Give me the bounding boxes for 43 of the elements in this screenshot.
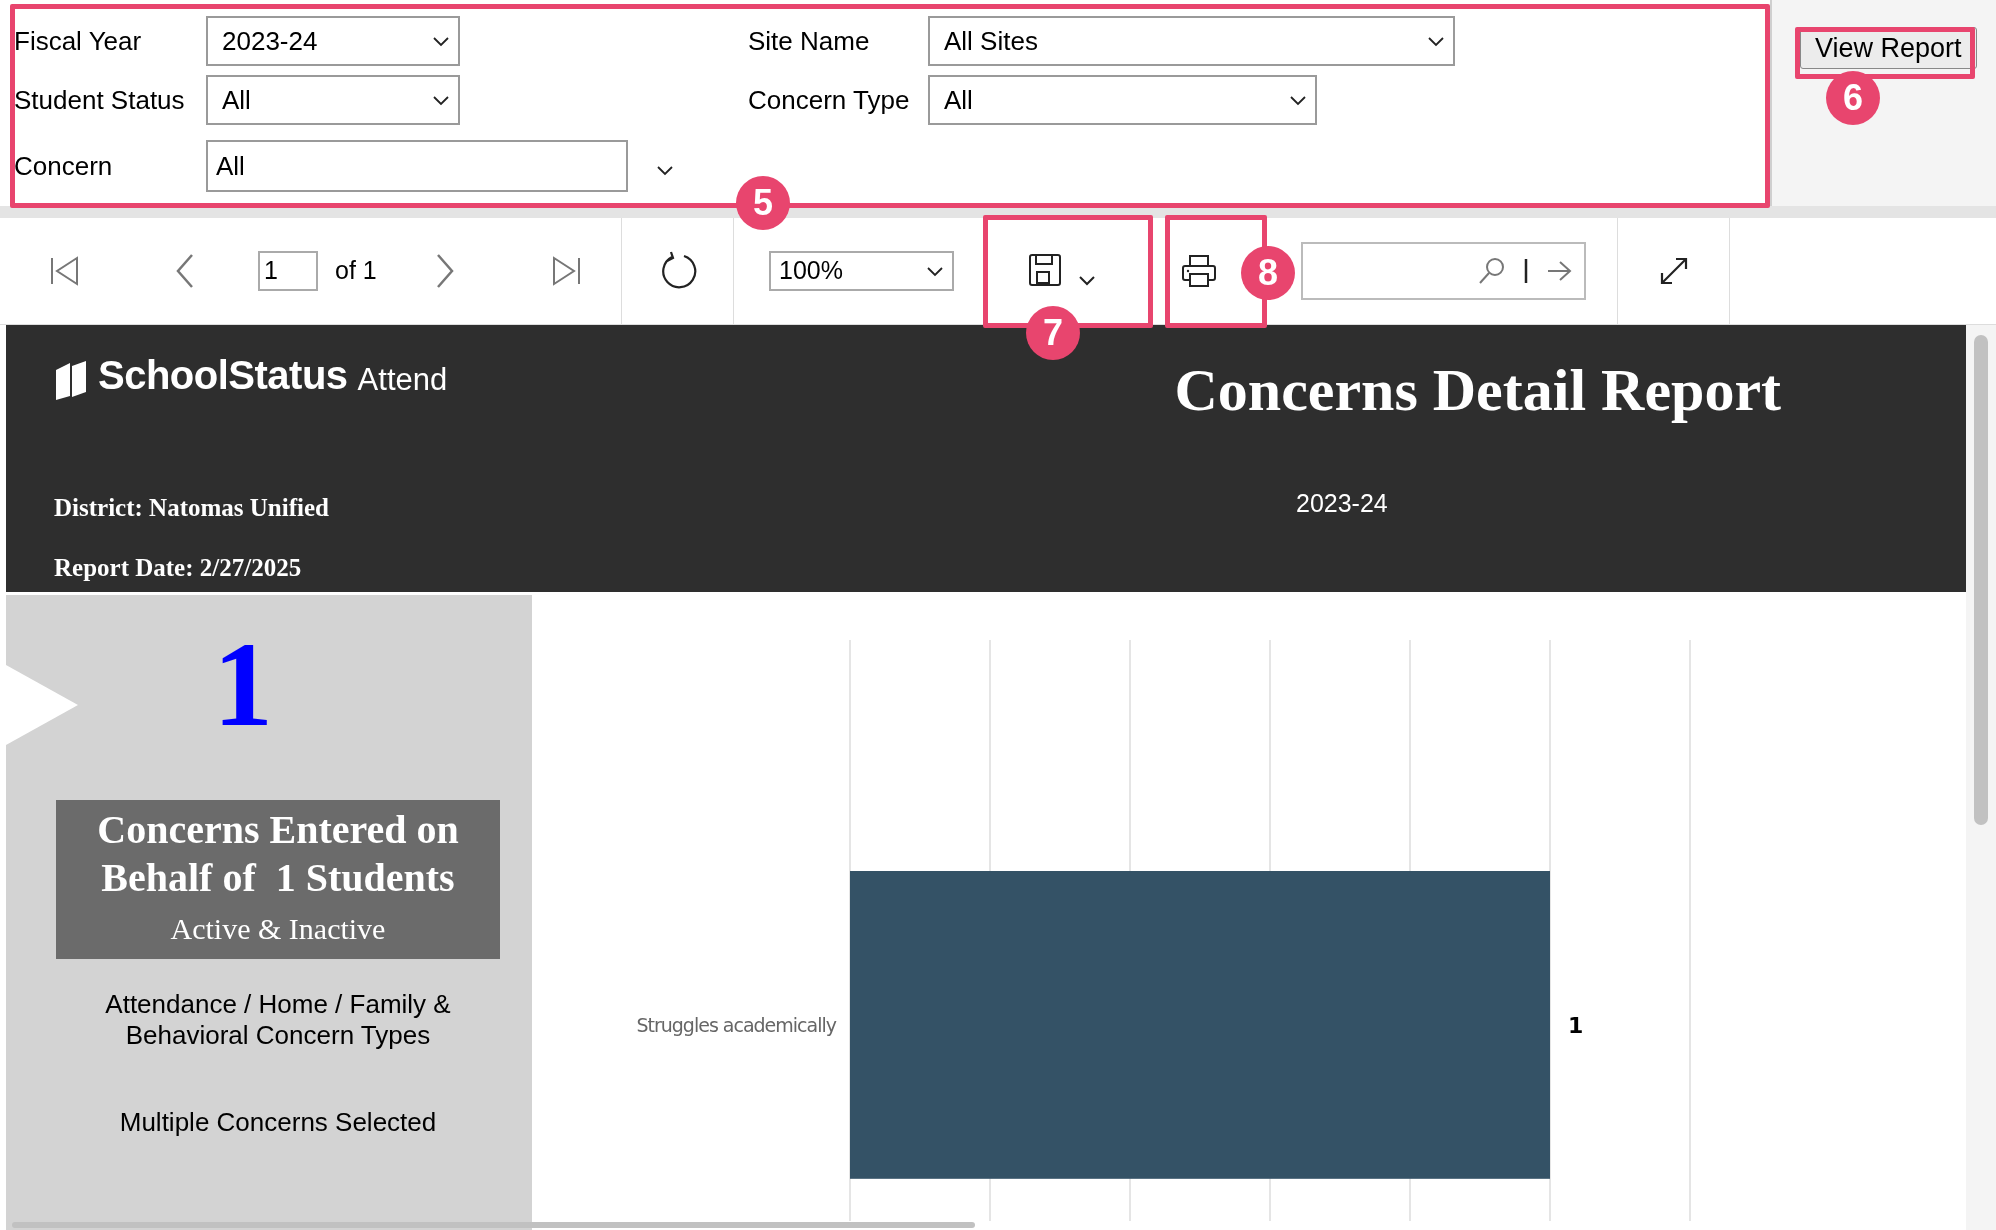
triangle-marker-icon [6, 665, 78, 745]
concern-count: 1 [213, 625, 273, 745]
dropdown[interactable]: All Sites [928, 16, 1455, 66]
separator-icon [1524, 257, 1528, 285]
field-label: Site Name [748, 24, 871, 58]
page-number-field[interactable]: 1 [258, 251, 318, 291]
concern-types: Attendance / Home / Family & Behavioral Concern Types [104, 989, 452, 1051]
search-icon [1478, 257, 1506, 285]
scrollbar-thumb[interactable] [12, 1222, 975, 1228]
field-label: Concern [14, 149, 114, 183]
summary-heading: Concerns Entered on Behalf of 1 Students [96, 806, 460, 902]
printer-icon[interactable] [1181, 254, 1217, 288]
page-count: of 1 [335, 255, 378, 287]
category-label: Struggles academically [636, 1013, 836, 1036]
field-label: Student Status [14, 83, 186, 117]
brand-name: SchoolStatus [98, 352, 348, 399]
field-label: Concern Type [748, 83, 911, 117]
chevron-down-icon [926, 264, 944, 278]
dropdown-toggle-icon[interactable] [656, 163, 674, 177]
summary-subheading: Active & Inactive [170, 911, 386, 947]
product-name: Attend [357, 360, 448, 399]
fiscal-year: 2023-24 [1296, 489, 1388, 517]
previous-page-icon[interactable] [174, 253, 196, 289]
report-date: Report Date: 2/27/2025 [54, 552, 303, 583]
scrollbar-thumb[interactable] [1974, 335, 1988, 825]
chevron-down-icon [432, 34, 450, 48]
first-page-icon[interactable] [49, 256, 81, 286]
zoom-dropdown[interactable]: 100% [769, 251, 954, 291]
chevron-down-icon [1289, 93, 1307, 107]
book-logo-icon [54, 360, 88, 402]
dropdown[interactable]: All [206, 75, 460, 125]
save-icon[interactable] [1027, 253, 1096, 289]
find-field[interactable] [1301, 242, 1586, 300]
dropdown[interactable]: 2023-24 [206, 16, 460, 66]
concern-note: Multiple Concerns Selected [119, 1106, 437, 1139]
data-label: 1 [1568, 1012, 1584, 1038]
input-field[interactable]: All [206, 140, 628, 192]
dropdown[interactable]: All [928, 75, 1317, 125]
chevron-down-icon [1427, 34, 1445, 48]
next-page-icon[interactable] [434, 253, 456, 289]
district-label: District: Natomas Unified [54, 493, 330, 523]
chevron-down-icon [432, 93, 450, 107]
field-label: Fiscal Year [14, 24, 143, 58]
